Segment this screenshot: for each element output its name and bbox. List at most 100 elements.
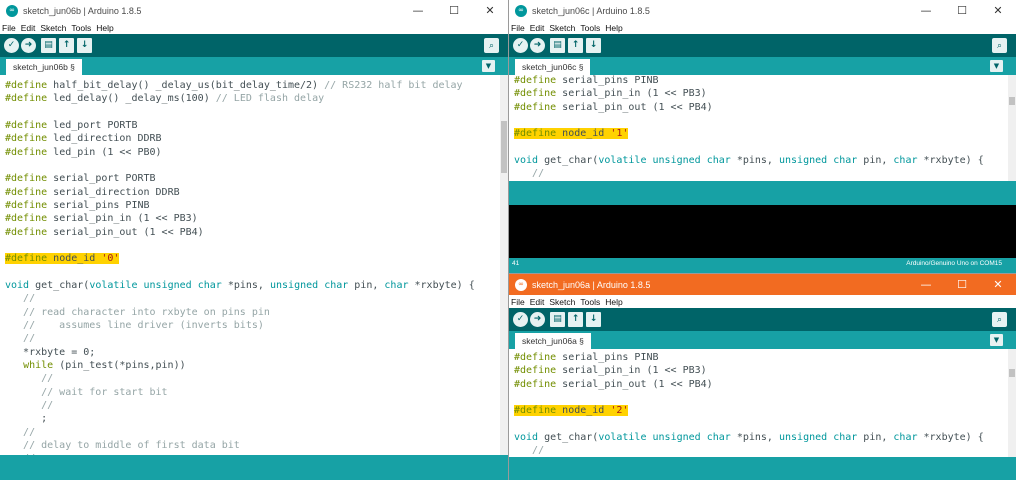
menu-help[interactable]: Help	[96, 23, 113, 33]
code-line[interactable]	[514, 141, 984, 154]
code-line[interactable]: #define node_id '1'	[514, 127, 984, 140]
maximize-icon[interactable]: ☐	[436, 0, 472, 21]
code-line[interactable]	[514, 418, 984, 431]
serial-monitor-button[interactable]: ⌕	[992, 38, 1007, 53]
menu-tools[interactable]: Tools	[580, 23, 600, 33]
vertical-scrollbar[interactable]	[1008, 349, 1016, 457]
code-text[interactable]: #define half_bit_delay() _delay_us(bit_d…	[5, 79, 475, 455]
code-line[interactable]: #define node_id '0'	[5, 252, 475, 265]
verify-button[interactable]: ✓	[513, 38, 528, 53]
code-line[interactable]	[514, 114, 984, 127]
code-line[interactable]: //	[5, 372, 475, 385]
code-line[interactable]: #define serial_pin_in (1 << PB3)	[5, 212, 475, 225]
code-line[interactable]: #define led_delay() _delay_ms(100) // LE…	[5, 92, 475, 105]
menu-file[interactable]: File	[511, 297, 525, 307]
code-line[interactable]: //	[5, 292, 475, 305]
vertical-scrollbar[interactable]	[1008, 75, 1016, 181]
code-line[interactable]	[5, 159, 475, 172]
new-button[interactable]: ▤	[550, 312, 565, 327]
tab-menu-icon[interactable]: ▼	[482, 60, 495, 72]
code-line[interactable]: #define serial_pins PINB	[5, 199, 475, 212]
menu-sketch[interactable]: Sketch	[549, 23, 575, 33]
code-line[interactable]: #define serial_pin_in (1 << PB3)	[514, 364, 984, 377]
code-line[interactable]: #define half_bit_delay() _delay_us(bit_d…	[5, 79, 475, 92]
code-line[interactable]: #define led_port PORTB	[5, 119, 475, 132]
menu-edit[interactable]: Edit	[21, 23, 36, 33]
code-line[interactable]: // wait for start bit	[5, 386, 475, 399]
code-editor[interactable]: #define serial_pins PINB #define serial_p…	[509, 75, 1016, 181]
code-line[interactable]	[5, 266, 475, 279]
serial-monitor-button[interactable]: ⌕	[484, 38, 499, 53]
code-line[interactable]: //	[5, 426, 475, 439]
scrollbar-thumb[interactable]	[1009, 97, 1015, 105]
scrollbar-thumb[interactable]	[1009, 369, 1015, 377]
code-line[interactable]: // read character into rxbyte on pins pi…	[5, 306, 475, 319]
code-editor[interactable]: #define half_bit_delay() _delay_us(bit_d…	[0, 75, 508, 455]
code-line[interactable]: #define serial_direction DDRB	[5, 186, 475, 199]
menu-sketch[interactable]: Sketch	[549, 297, 575, 307]
close-icon[interactable]: ✕	[980, 274, 1016, 295]
code-line[interactable]	[514, 391, 984, 404]
vertical-scrollbar[interactable]	[500, 75, 508, 455]
minimize-icon[interactable]: —	[908, 274, 944, 295]
code-line[interactable]: //	[514, 444, 984, 457]
code-line[interactable]: #define serial_pins PINB	[514, 75, 984, 87]
code-line[interactable]: #define led_pin (1 << PB0)	[5, 146, 475, 159]
title-bar[interactable]: ∞ sketch_jun06a | Arduino 1.8.5 — ☐ ✕	[509, 274, 1016, 295]
code-line[interactable]: //	[514, 167, 984, 180]
code-line[interactable]: *rxbyte = 0;	[5, 346, 475, 359]
code-line[interactable]	[5, 239, 475, 252]
open-button[interactable]: ↑	[568, 312, 583, 327]
scrollbar-thumb[interactable]	[501, 121, 507, 173]
code-line[interactable]: void get_char(volatile unsigned char *pi…	[5, 279, 475, 292]
code-line[interactable]: #define led_direction DDRB	[5, 132, 475, 145]
save-button[interactable]: ↓	[586, 38, 601, 53]
code-line[interactable]: #define serial_pin_out (1 << PB4)	[514, 378, 984, 391]
code-line[interactable]: #define node_id '2'	[514, 404, 984, 417]
menu-help[interactable]: Help	[605, 23, 622, 33]
menu-sketch[interactable]: Sketch	[40, 23, 66, 33]
code-line[interactable]: #define serial_pin_in (1 << PB3)	[514, 87, 984, 100]
menu-file[interactable]: File	[511, 23, 525, 33]
close-icon[interactable]: ✕	[472, 0, 508, 21]
tab-sketch-jun06a[interactable]: sketch_jun06a §	[515, 333, 591, 349]
code-line[interactable]: // assumes line driver (inverts bits)	[5, 319, 475, 332]
code-line[interactable]: while (pin_test(*pins,pin))	[5, 359, 475, 372]
save-button[interactable]: ↓	[77, 38, 92, 53]
code-line[interactable]: void get_char(volatile unsigned char *pi…	[514, 431, 984, 444]
code-line[interactable]: #define serial_pin_out (1 << PB4)	[514, 101, 984, 114]
title-bar[interactable]: ∞ sketch_jun06b | Arduino 1.8.5 — ☐ ✕	[0, 0, 508, 21]
tab-sketch-jun06b[interactable]: sketch_jun06b §	[6, 59, 82, 75]
menu-file[interactable]: File	[2, 23, 16, 33]
menu-edit[interactable]: Edit	[530, 23, 545, 33]
verify-button[interactable]: ✓	[513, 312, 528, 327]
upload-button[interactable]: ➜	[530, 312, 545, 327]
menu-edit[interactable]: Edit	[530, 297, 545, 307]
serial-monitor-button[interactable]: ⌕	[992, 312, 1007, 327]
menu-help[interactable]: Help	[605, 297, 622, 307]
upload-button[interactable]: ➜	[530, 38, 545, 53]
code-text[interactable]: #define serial_pins PINB #define serial_p…	[514, 75, 984, 181]
title-bar[interactable]: ∞ sketch_jun06c | Arduino 1.8.5 — ☐ ✕	[509, 0, 1016, 21]
code-line[interactable]	[5, 106, 475, 119]
maximize-icon[interactable]: ☐	[944, 0, 980, 21]
code-text[interactable]: #define serial_pins PINB #define serial_p…	[514, 351, 984, 457]
code-line[interactable]: #define serial_pin_out (1 << PB4)	[5, 226, 475, 239]
console-output[interactable]	[509, 205, 1016, 258]
verify-button[interactable]: ✓	[4, 38, 19, 53]
code-editor[interactable]: #define serial_pins PINB #define serial_p…	[509, 349, 1016, 457]
close-icon[interactable]: ✕	[980, 0, 1016, 21]
code-line[interactable]: //	[5, 399, 475, 412]
code-line[interactable]: //	[5, 332, 475, 345]
menu-tools[interactable]: Tools	[580, 297, 600, 307]
minimize-icon[interactable]: —	[908, 0, 944, 21]
maximize-icon[interactable]: ☐	[944, 274, 980, 295]
tab-menu-icon[interactable]: ▼	[990, 334, 1003, 346]
new-button[interactable]: ▤	[550, 38, 565, 53]
open-button[interactable]: ↑	[568, 38, 583, 53]
open-button[interactable]: ↑	[59, 38, 74, 53]
upload-button[interactable]: ➜	[21, 38, 36, 53]
code-line[interactable]: #define serial_pins PINB	[514, 351, 984, 364]
tab-menu-icon[interactable]: ▼	[990, 60, 1003, 72]
new-button[interactable]: ▤	[41, 38, 56, 53]
